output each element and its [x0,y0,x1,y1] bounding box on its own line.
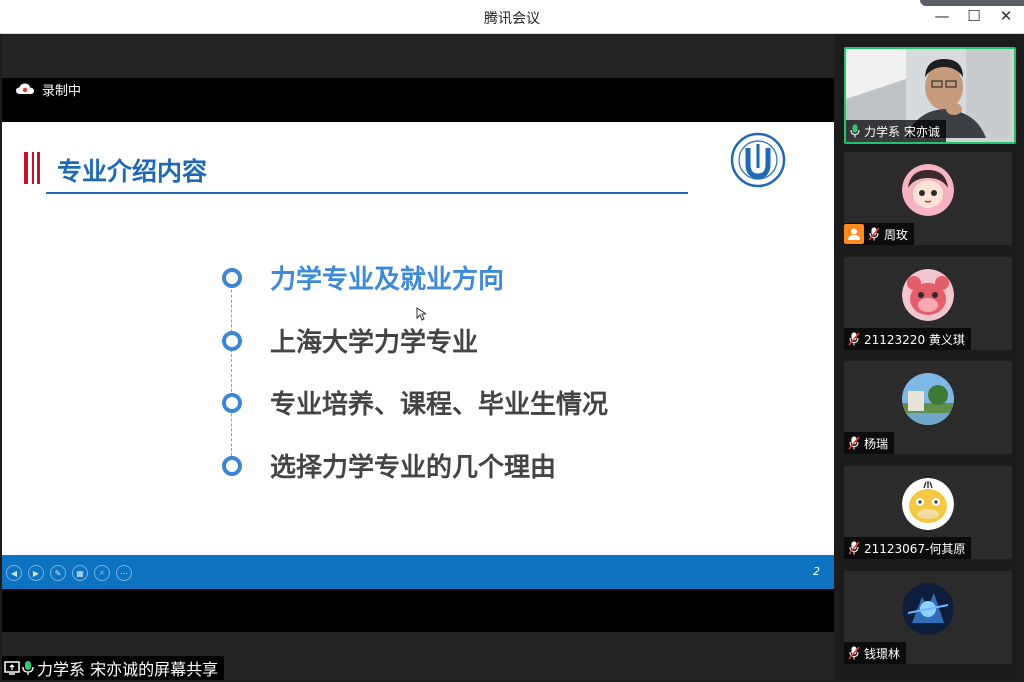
participant-tile[interactable]: 21123220 黄义琪 [844,257,1012,350]
participant-tile[interactable]: 杨瑞 [844,361,1012,454]
participant-avatar [902,164,954,216]
close-icon: ✕ [999,7,1013,25]
slides-overview-button[interactable]: ▦ [72,565,88,581]
slide-title: 专业介绍内容 [57,157,208,186]
screen-share-label: 力学系 宋亦诚的屏幕共享 [2,656,225,680]
participant-avatar [902,269,954,321]
participant-avatar [902,478,954,530]
close-button[interactable]: ✕ [992,4,1020,28]
bullet-item: 上海大学力学专业 [222,322,478,359]
title-accent-bar [24,152,28,184]
bullet-circle-icon [222,330,242,351]
zoom-button[interactable]: ⌕ [94,565,110,581]
participant-tile[interactable]: 21123067-何其原 [844,466,1012,559]
microphone-muted-icon [848,436,860,450]
title-accent-bar-2 [32,152,40,184]
more-options-button[interactable]: ⋯ [116,565,132,581]
bullet-circle-icon [222,267,242,288]
participant-name: 21123220 黄义琪 [864,332,965,347]
screen-share-text: 力学系 宋亦诚的屏幕共享 [37,660,219,679]
participant-name-badge: 21123220 黄义琪 [844,328,971,350]
participant-name: 21123067-何其原 [864,541,966,556]
participant-name: 杨瑞 [864,436,889,451]
presentation-slide: 专业介绍内容 力学专业及就业方向 上海大学力学专业 专业培养、课程、毕业生情况 … [2,122,834,555]
title-bar: 腾讯会议 — ☐ ✕ [0,0,1024,34]
next-slide-button[interactable]: ▶ [28,565,44,581]
bullet-text: 选择力学专业的几个理由 [270,453,557,483]
bullet-item: 力学专业及就业方向 [222,259,504,296]
participant-tile[interactable]: 周玫 [844,152,1012,245]
bullet-text: 专业培养、课程、毕业生情况 [270,390,609,420]
microphone-muted-icon [868,227,880,241]
maximize-button[interactable]: ☐ [960,4,988,28]
participant-name-badge: 周玫 [844,223,915,245]
share-bottom-band [2,589,834,632]
university-logo-icon [730,132,786,188]
participant-name: 钱璟林 [864,646,901,661]
bullet-item: 专业培养、课程、毕业生情况 [222,384,608,421]
slide-page-number: 2 [813,565,820,578]
mouse-cursor-icon [416,307,426,321]
participant-video-panel: 力学系 宋亦诚 周玫 21123220 黄义琪 杨瑞 21123067-何其原 … [836,34,1022,680]
bullet-circle-icon [222,455,242,476]
pen-tool-button[interactable]: ✎ [50,565,66,581]
participant-name-badge: 力学系 宋亦诚 [846,120,946,142]
slide-footer-bar: ◀ ▶ ✎ ▦ ⌕ ⋯ 2 [2,555,834,589]
window-title: 腾讯会议 [484,11,540,27]
maximize-icon: ☐ [967,7,981,25]
title-underline [46,192,688,194]
minimize-button[interactable]: — [928,4,956,28]
screen-share-icon [4,661,20,675]
bullet-text: 力学专业及就业方向 [270,265,505,295]
microphone-on-icon [850,124,860,138]
microphone-on-icon [22,661,34,675]
bullet-connector-line [231,270,232,466]
minimize-icon: — [934,7,950,25]
slideshow-controls: ◀ ▶ ✎ ▦ ⌕ ⋯ [6,565,136,581]
participant-tile[interactable]: 力学系 宋亦诚 [844,47,1016,144]
microphone-muted-icon [848,646,860,660]
share-top-band [2,78,834,122]
participant-avatar [902,583,954,635]
participant-name-badge: 21123067-何其原 [844,537,972,559]
cloud-icon [16,83,34,94]
recording-indicator: 录制中 [16,78,81,100]
microphone-muted-icon [848,332,860,346]
participant-tile[interactable]: 钱璟林 [844,571,1012,664]
bullet-text: 上海大学力学专业 [270,328,479,358]
screen-share-area: 录制中 专业介绍内容 力学专业及就业方向 上海大学力学专业 专业培养、课程、毕业… [2,34,834,680]
host-icon [844,224,864,244]
participant-name-badge: 钱璟林 [844,642,907,664]
participant-avatar [902,373,954,425]
bullet-item: 选择力学专业的几个理由 [222,447,556,484]
participant-name: 力学系 宋亦诚 [864,124,940,139]
previous-slide-button[interactable]: ◀ [6,565,22,581]
recording-label: 录制中 [42,83,82,99]
microphone-muted-icon [848,541,860,555]
participant-name-badge: 杨瑞 [844,432,895,454]
participant-name: 周玫 [884,227,909,242]
bullet-circle-icon [222,392,242,413]
